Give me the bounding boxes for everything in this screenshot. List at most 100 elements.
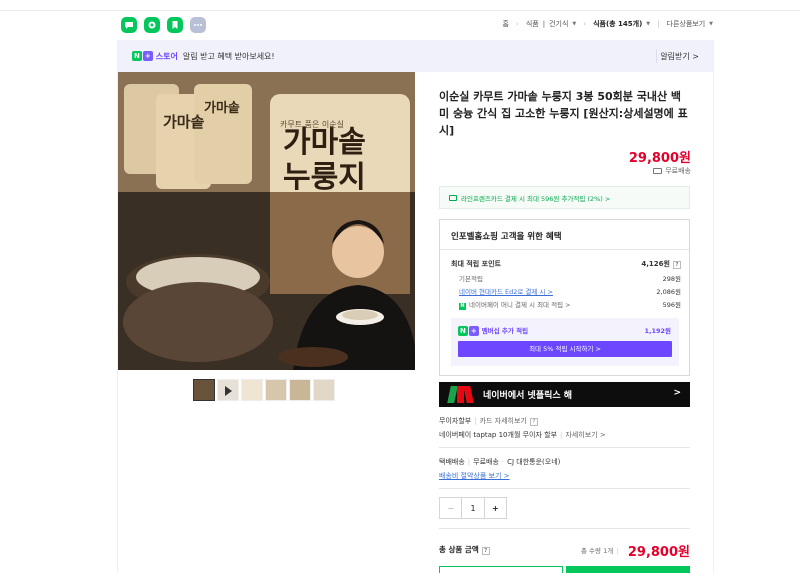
- row-divider: |: [560, 431, 563, 439]
- section-divider: [439, 488, 690, 489]
- chevron-down-icon: ▼: [646, 21, 651, 27]
- total-label: 총 상품 금액: [439, 545, 479, 554]
- total-count: 총 수량 1개: [581, 547, 614, 555]
- thumbnail-3[interactable]: [241, 379, 263, 401]
- hyundai-card-value: 2,086원: [656, 288, 681, 296]
- quantity-stepper: − 1 +: [439, 497, 507, 519]
- benefit-divider: [440, 249, 689, 250]
- banner-divider: [656, 49, 657, 63]
- product-page: 홈 › 식품 | 건기식 ▼ › 식품(총 145개) ▼ | 다른상품보기 ▼…: [0, 0, 800, 573]
- breadcrumb-separator: ›: [516, 20, 519, 28]
- section-divider: [439, 447, 690, 448]
- row-divider: |: [616, 547, 619, 555]
- membership-label-wrap: N + 멤버십 추가 적립: [458, 325, 528, 336]
- thumbnail-1[interactable]: [193, 379, 215, 401]
- netflix-banner[interactable]: 네이버에서 넷플릭스 해 >: [439, 382, 690, 407]
- product-main-image[interactable]: 가마솥 가마솥 가마솥 누룽지 카무트 품은 이순실: [118, 72, 415, 370]
- row-divider: ·: [501, 458, 505, 466]
- basic-points-value: 298원: [662, 275, 681, 283]
- max-points-value: 4,126원: [641, 260, 670, 268]
- basic-points-row: 기본적립 298원: [451, 273, 681, 283]
- app-icon-group: [121, 17, 206, 33]
- netflix-logo-icon: [447, 386, 477, 403]
- max-points-label: 최대 적립 포인트: [451, 260, 501, 268]
- quantity-minus-button[interactable]: −: [440, 498, 463, 518]
- other-products-link[interactable]: 다른상품보기: [667, 19, 706, 29]
- buy-now-button[interactable]: [566, 566, 690, 573]
- npay-money-value: 596원: [662, 301, 681, 309]
- card-detail-link[interactable]: 카드 자세히보기: [480, 417, 527, 425]
- total-quantity: 총 수량 1개 |: [581, 545, 618, 555]
- hyundai-card-wrap: 네이버 현대카드 Ed2로 결제 시 >: [451, 288, 553, 296]
- installment-label: 무이자할부: [439, 417, 472, 425]
- more-icon[interactable]: [190, 17, 206, 33]
- installment-row-1: 무이자할부 | 카드 자세히보기?: [439, 416, 538, 426]
- npay-money-row: N 네이버페이 머니 결제 시 최대 적립 > 596원: [451, 299, 681, 310]
- taptap-detail-link[interactable]: 자세히보기 >: [565, 431, 605, 439]
- top-divider: [0, 10, 800, 11]
- card-benefit-text: 라인프렌즈카드 결제 시 최대 596원 추가적립 (2%) >: [461, 194, 611, 203]
- thumbnail-strip: [193, 379, 335, 401]
- npay-taptap-label: 네이버페이 taptap 10개월 무이자 할부: [439, 431, 558, 439]
- svg-text:가마솥: 가마솥: [204, 100, 240, 116]
- naver-plus-badge: +: [142, 51, 153, 61]
- chevron-right-icon: >: [673, 388, 681, 398]
- product-price: 29,800원: [628, 151, 691, 166]
- svg-text:가마솥: 가마솥: [283, 125, 366, 160]
- breadcrumb-home[interactable]: 홈: [503, 19, 509, 29]
- play-icon: [225, 386, 232, 396]
- thumbnail-6[interactable]: [313, 379, 335, 401]
- breadcrumb-food[interactable]: 식품: [526, 19, 539, 29]
- free-shipping-label: 무료배송: [665, 167, 691, 175]
- breadcrumb-food-count[interactable]: 식품(총 145개): [593, 19, 642, 29]
- breadcrumb-separator: ›: [583, 20, 587, 28]
- truck-icon: [653, 168, 663, 174]
- basic-points-label: 기본적립: [459, 275, 483, 283]
- svg-text:누룽지: 누룽지: [283, 160, 366, 195]
- content-border-right: [713, 40, 714, 573]
- installment-row-2: 네이버페이 taptap 10개월 무이자 할부 | 자세히보기 >: [439, 430, 606, 440]
- delivery-save-row: 배송비 절약상품 보기 >: [439, 471, 510, 481]
- banner-message: 알림 받고 혜택 받아보세요!: [182, 51, 275, 61]
- membership-box: N + 멤버십 추가 적립 1,192원 최대 5% 적립 시작하기 >: [451, 318, 679, 366]
- help-icon[interactable]: ?: [481, 547, 490, 555]
- store-zzim-icon[interactable]: [144, 17, 160, 33]
- svg-text:가마솥: 가마솥: [163, 113, 205, 131]
- delivery-row: 택배배송 | 무료배송 · CJ 대한통운(오네): [439, 457, 560, 467]
- npay-money-link[interactable]: 네이버페이 머니 결제 시 최대 적립 >: [469, 301, 571, 309]
- hyundai-card-link[interactable]: 네이버 현대카드 Ed2로 결제 시 >: [459, 288, 553, 296]
- customer-benefit-box: 인포벨홈쇼핑 고객을 위한 혜택 최대 적립 포인트 4,126원? 기본적립 …: [439, 219, 690, 376]
- thumbnail-5[interactable]: [289, 379, 311, 401]
- help-icon[interactable]: ?: [529, 418, 538, 426]
- row-divider: |: [467, 458, 471, 466]
- max-points-row: 최대 적립 포인트 4,126원?: [451, 259, 681, 269]
- thumbnail-4[interactable]: [265, 379, 287, 401]
- breadcrumb-health[interactable]: 건기식: [549, 19, 568, 29]
- card-benefit-bar[interactable]: 라인프렌즈카드 결제 시 최대 596원 추가적립 (2%) >: [439, 186, 690, 209]
- membership-start-button[interactable]: 최대 5% 적립 시작하기 >: [458, 341, 672, 357]
- chevron-down-icon: ▼: [709, 21, 713, 27]
- card-icon: [449, 194, 457, 201]
- delivery-courier: CJ 대한통운(오네): [507, 458, 561, 466]
- product-photo-illustration: 가마솥 가마솥 가마솥 누룽지 카무트 품은 이순실: [118, 72, 415, 370]
- row-divider: |: [474, 417, 477, 425]
- delivery-free: 무료배송: [473, 458, 499, 466]
- quantity-value[interactable]: 1: [462, 498, 483, 518]
- shipping-info: 무료배송: [439, 166, 691, 176]
- store-alert-banner: N + 스토어 알림 받고 혜택 받아보세요! 알림받기 >: [118, 40, 713, 72]
- store-label: 스토어: [155, 51, 178, 61]
- hyundai-card-row: 네이버 현대카드 Ed2로 결제 시 > 2,086원: [451, 286, 681, 296]
- talk-icon[interactable]: [121, 17, 137, 33]
- naver-plus-badge: +: [468, 326, 479, 336]
- total-price: 29,800원: [627, 545, 690, 560]
- delivery-type: 택배배송: [439, 458, 465, 466]
- shipping-save-link[interactable]: 배송비 절약상품 보기 >: [439, 472, 510, 480]
- quantity-plus-button[interactable]: +: [483, 498, 506, 518]
- bookmark-icon[interactable]: [167, 17, 183, 33]
- thumbnail-video[interactable]: [217, 379, 239, 401]
- cart-button[interactable]: [439, 566, 563, 573]
- alert-subscribe-button[interactable]: 알림받기 >: [660, 51, 699, 62]
- product-info: 이순실 카무트 가마솥 누룽지 3봉 50회분 국내산 백미 숭늉 간식 집 고…: [439, 88, 691, 139]
- breadcrumb-slash: |: [542, 20, 546, 28]
- help-icon[interactable]: ?: [673, 261, 681, 269]
